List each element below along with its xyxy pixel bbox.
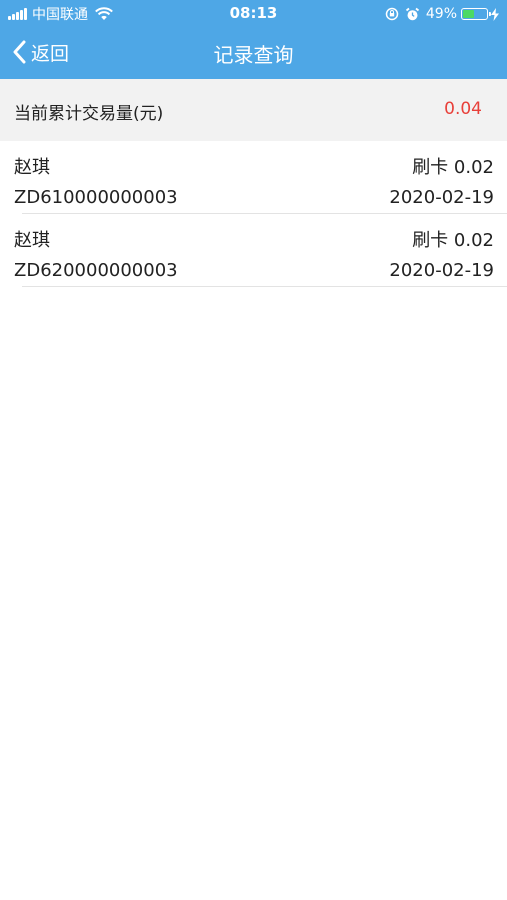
record-type-amount: 刷卡 0.02 xyxy=(412,230,494,251)
battery-icon xyxy=(461,8,491,20)
alarm-icon xyxy=(405,7,419,20)
record-name: 赵琪 xyxy=(14,230,50,251)
page-title: 记录查询 xyxy=(213,43,294,67)
record-item[interactable]: 赵琪 刷卡 0.02 ZD620000000003 2020-02-19 xyxy=(0,214,507,287)
record-date: 2020-02-19 xyxy=(389,187,494,208)
summary-row: 当前累计交易量(元) 0.04 xyxy=(0,79,507,141)
nav-bar: 返回 记录查询 xyxy=(0,28,507,79)
battery-fill xyxy=(463,10,474,18)
screen: 中国联通 08:13 49% 返回 记录查询 当前累计交易量(元) 0.04 赵… xyxy=(0,0,507,900)
battery-percent: 49% xyxy=(425,6,457,22)
status-right: 49% xyxy=(385,5,499,23)
record-list: 赵琪 刷卡 0.02 ZD610000000003 2020-02-19 赵琪 … xyxy=(0,141,507,287)
record-order-number: ZD610000000003 xyxy=(14,187,178,208)
summary-label: 当前累计交易量(元) xyxy=(14,104,164,124)
record-order-number: ZD620000000003 xyxy=(14,260,178,281)
rotation-lock-icon xyxy=(385,7,399,21)
charging-icon xyxy=(491,7,499,21)
record-name: 赵琪 xyxy=(14,157,50,178)
record-item[interactable]: 赵琪 刷卡 0.02 ZD610000000003 2020-02-19 xyxy=(0,141,507,214)
record-type-amount: 刷卡 0.02 xyxy=(412,157,494,178)
record-date: 2020-02-19 xyxy=(389,260,494,281)
status-bar: 中国联通 08:13 49% xyxy=(0,0,507,28)
summary-value: 0.04 xyxy=(444,99,482,119)
header: 中国联通 08:13 49% 返回 记录查询 xyxy=(0,0,507,79)
